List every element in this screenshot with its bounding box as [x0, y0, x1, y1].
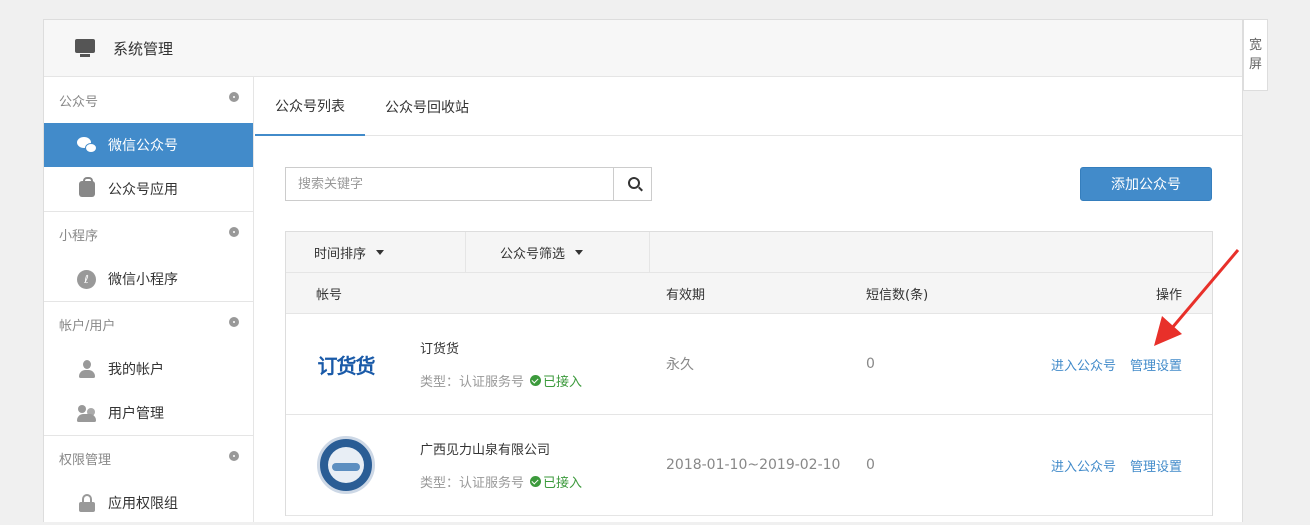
sort-dropdown[interactable]: 时间排序 [286, 232, 466, 272]
status-badge: 已接入 [543, 375, 583, 390]
system-panel: 系统管理 公众号 微信公众号 公众号应用 小程序 ℓ 微信小程序 帐户/用户 我… [43, 19, 1243, 522]
tab-account-list[interactable]: 公众号列表 [255, 77, 365, 136]
table-row: 订货货 订货货 类型：认证服务号 已接入 永久 0 进入公众号 管理设置 [286, 314, 1212, 415]
panel-header: 系统管理 [44, 20, 1242, 77]
seal-logo [317, 436, 375, 494]
sidebar-item-app-permissions[interactable]: 应用权限组 [44, 481, 253, 525]
ops-cell: 进入公众号 管理设置 [1026, 456, 1212, 475]
sidebar-item-label: 公众号应用 [108, 182, 178, 198]
monitor-icon [75, 39, 95, 57]
filter-dropdown[interactable]: 公众号筛选 [466, 232, 650, 272]
enter-account-link[interactable]: 进入公众号 [1051, 355, 1116, 374]
sidebar: 公众号 微信公众号 公众号应用 小程序 ℓ 微信小程序 帐户/用户 我的帐户 用… [44, 77, 254, 522]
sidebar-section-label: 帐户/用户 [59, 319, 116, 334]
account-cell: 订货货 订货货 类型：认证服务号 已接入 [286, 334, 666, 394]
caret-down-icon [575, 249, 584, 255]
column-header-account: 帐号 [316, 287, 343, 303]
account-name: 订货货 [420, 342, 460, 357]
account-name: 广西见力山泉有限公司 [420, 443, 551, 458]
expiry-cell: 2018-01-10~2019-02-10 [666, 457, 841, 473]
toolbar: 添加公众号 [285, 167, 1212, 201]
wide-screen-toggle[interactable]: 宽 屏 [1243, 19, 1268, 91]
manage-settings-link[interactable]: 管理设置 [1130, 355, 1182, 374]
gear-icon[interactable] [229, 92, 239, 102]
wide-toggle-line1: 宽 [1248, 38, 1262, 53]
check-circle-icon [530, 476, 542, 487]
mini-program-icon: ℓ [77, 269, 96, 289]
account-info: 广西见力山泉有限公司 类型：认证服务号 已接入 [420, 439, 582, 491]
filter-label: 公众号筛选 [500, 246, 566, 262]
filter-row: 时间排序 公众号筛选 [286, 232, 1212, 273]
sidebar-item-label: 用户管理 [108, 406, 164, 422]
sms-cell: 0 [866, 457, 875, 473]
search-box [285, 167, 652, 201]
users-icon [77, 404, 96, 423]
sms-cell: 0 [866, 356, 875, 372]
status-badge: 已接入 [543, 476, 583, 491]
sidebar-section-permissions: 权限管理 [44, 435, 253, 481]
sidebar-item-label: 应用权限组 [108, 496, 178, 512]
sidebar-item-label: 微信公众号 [108, 138, 178, 154]
sidebar-section-label: 公众号 [59, 94, 99, 110]
account-type-line: 类型：认证服务号 已接入 [420, 371, 582, 390]
column-header-expiry: 有效期 [666, 287, 706, 303]
caret-down-icon [376, 249, 385, 255]
account-logo: 订货货 [316, 334, 376, 394]
account-table: 时间排序 公众号筛选 帐号 有效期 短信数(条) 操作 订货货 订货货 类型：认… [285, 231, 1213, 516]
sidebar-section-label: 权限管理 [59, 453, 112, 468]
search-button[interactable] [613, 168, 651, 200]
sidebar-item-wechat-mini[interactable]: ℓ 微信小程序 [44, 257, 253, 301]
sidebar-section-official-account: 公众号 [44, 77, 253, 123]
table-row: 广西见力山泉有限公司 类型：认证服务号 已接入 2018-01-10~2019-… [286, 415, 1212, 516]
page-title: 系统管理 [113, 39, 174, 58]
gear-icon[interactable] [229, 450, 239, 461]
sort-label: 时间排序 [314, 246, 367, 262]
manage-settings-link[interactable]: 管理设置 [1130, 456, 1182, 475]
wechat-icon [77, 136, 97, 155]
bag-icon [77, 177, 96, 199]
account-type-line: 类型：认证服务号 已接入 [420, 472, 582, 491]
lock-icon [77, 494, 96, 513]
search-input[interactable] [286, 168, 613, 200]
account-cell: 广西见力山泉有限公司 类型：认证服务号 已接入 [286, 435, 666, 495]
gear-icon[interactable] [229, 316, 239, 327]
ops-cell: 进入公众号 管理设置 [1026, 355, 1212, 374]
table-header: 帐号 有效期 短信数(条) 操作 [286, 273, 1212, 314]
enter-account-link[interactable]: 进入公众号 [1051, 456, 1116, 475]
wide-toggle-line2: 屏 [1248, 57, 1262, 72]
column-header-sms: 短信数(条) [866, 287, 929, 303]
user-icon [77, 360, 96, 379]
sidebar-item-my-account[interactable]: 我的帐户 [44, 347, 253, 391]
account-logo [316, 435, 376, 495]
sidebar-item-user-management[interactable]: 用户管理 [44, 391, 253, 435]
search-icon [627, 177, 640, 189]
main-content: 公众号列表 公众号回收站 添加公众号 时间排序 公众号筛选 [255, 77, 1242, 522]
add-account-button[interactable]: 添加公众号 [1080, 167, 1212, 201]
sidebar-item-label: 微信小程序 [108, 272, 178, 288]
sidebar-section-label: 小程序 [59, 229, 99, 244]
sidebar-item-official-apps[interactable]: 公众号应用 [44, 167, 253, 211]
account-type: 类型：认证服务号 [420, 476, 525, 491]
sidebar-section-accounts: 帐户/用户 [44, 301, 253, 347]
account-type: 类型：认证服务号 [420, 375, 525, 390]
tab-recycle-bin[interactable]: 公众号回收站 [365, 77, 489, 136]
sidebar-item-label: 我的帐户 [108, 362, 164, 378]
column-header-ops: 操作 [1155, 287, 1182, 303]
gear-icon[interactable] [229, 226, 239, 237]
sidebar-section-mini-program: 小程序 [44, 211, 253, 257]
expiry-cell: 永久 [666, 357, 694, 373]
check-circle-icon [530, 375, 542, 386]
tab-bar: 公众号列表 公众号回收站 [255, 77, 1242, 136]
sidebar-item-wechat-official[interactable]: 微信公众号 [44, 123, 253, 167]
logo-text: 订货货 [317, 353, 376, 378]
account-info: 订货货 类型：认证服务号 已接入 [420, 338, 582, 390]
